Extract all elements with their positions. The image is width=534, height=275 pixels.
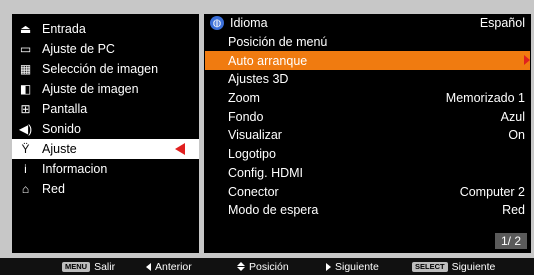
sidebar-item-label: Pantalla xyxy=(42,102,88,116)
sidebar-item-label: Ajuste xyxy=(42,142,77,156)
sidebar-item-entrada[interactable]: ⏏ Entrada xyxy=(12,19,199,39)
main-menu-sidebar: ⏏ Entrada ▭ Ajuste de PC ▦ Selección de … xyxy=(12,14,199,253)
sidebar-item-informacion[interactable]: i Informacion xyxy=(12,159,199,179)
row-value: Red xyxy=(502,203,525,218)
sidebar-item-label: Sonido xyxy=(42,122,81,136)
row-value: Memorizado 1 xyxy=(445,91,525,106)
sidebar-item-seleccion-de-imagen[interactable]: ▦ Selección de imagen xyxy=(12,59,199,79)
row-label: Logotipo xyxy=(228,147,276,162)
menu-row-config-hdmi[interactable]: Config. HDMI xyxy=(204,164,531,183)
menu-row-ajustes-3d[interactable]: Ajustes 3D xyxy=(204,70,531,89)
row-label: Conector xyxy=(228,184,279,199)
info-icon: i xyxy=(24,162,27,176)
input-icon: ⏏ xyxy=(19,22,32,36)
menu-row-auto-arranque[interactable]: Auto arranque xyxy=(205,51,530,71)
sidebar-item-label: Entrada xyxy=(42,22,86,36)
select-key-icon: SELECT xyxy=(412,261,448,272)
globe-icon: ◍ xyxy=(210,16,224,31)
sidebar-item-label: Ajuste de imagen xyxy=(42,82,139,96)
page-indicator: 1/ 2 xyxy=(494,233,527,249)
row-label: Ajustes 3D xyxy=(228,72,289,87)
row-label: Auto arranque xyxy=(228,53,308,68)
footer-salir: MENU Salir xyxy=(62,258,115,275)
row-value: On xyxy=(508,128,525,143)
network-icon: ⌂ xyxy=(21,182,30,196)
footer-select-siguiente: SELECT Siguiente xyxy=(412,258,495,275)
footer-label: Posición xyxy=(249,260,289,273)
row-label: Zoom xyxy=(228,91,260,106)
row-label-wrap: ◍ Idioma xyxy=(210,16,268,31)
row-label: Modo de espera xyxy=(228,203,319,218)
row-label: Idioma xyxy=(230,16,268,31)
footer-label: Siguiente xyxy=(335,260,379,273)
menu-row-fondo[interactable]: Fondo Azul xyxy=(204,107,531,126)
sidebar-item-ajuste[interactable]: Ÿ Ajuste xyxy=(12,139,199,159)
row-value: Computer 2 xyxy=(459,184,525,199)
arrow-right-icon xyxy=(326,262,331,271)
row-label: Visualizar xyxy=(228,128,282,143)
menu-row-zoom[interactable]: Zoom Memorizado 1 xyxy=(204,89,531,108)
setting-icon: Ÿ xyxy=(21,142,30,156)
image-select-icon: ▦ xyxy=(19,62,32,76)
footer-siguiente: Siguiente xyxy=(326,258,379,275)
row-value: Azul xyxy=(500,109,525,124)
sidebar-item-ajuste-de-imagen[interactable]: ◧ Ajuste de imagen xyxy=(12,79,199,99)
settings-panel: ◍ Idioma Español Posición de menú Auto ar… xyxy=(204,14,531,253)
footer-label: Salir xyxy=(94,260,116,273)
screen-icon: ⊞ xyxy=(20,102,31,116)
menu-row-modo-de-espera[interactable]: Modo de espera Red xyxy=(204,201,531,220)
sidebar-item-sonido[interactable]: ◀) Sonido xyxy=(12,119,199,139)
sidebar-item-label: Selección de imagen xyxy=(42,62,159,76)
pc-adjust-icon: ▭ xyxy=(19,42,32,56)
sidebar-item-red[interactable]: ⌂ Red xyxy=(12,179,199,199)
menu-row-conector[interactable]: Conector Computer 2 xyxy=(204,182,531,201)
footer-anterior: Anterior xyxy=(146,258,192,275)
arrow-up-down-icon xyxy=(237,262,245,271)
sidebar-item-label: Ajuste de PC xyxy=(42,42,115,56)
footer-label: Siguiente xyxy=(451,260,496,273)
row-label: Config. HDMI xyxy=(228,165,304,180)
row-label: Posición de menú xyxy=(228,35,328,50)
image-adjust-icon: ◧ xyxy=(19,82,32,96)
footer-posicion: Posición xyxy=(237,258,289,275)
menu-row-posicion-de-menu[interactable]: Posición de menú xyxy=(204,33,531,52)
menu-row-visualizar[interactable]: Visualizar On xyxy=(204,126,531,145)
sidebar-item-ajuste-de-pc[interactable]: ▭ Ajuste de PC xyxy=(12,39,199,59)
sidebar-item-label: Informacion xyxy=(42,162,108,176)
key-guide-bar: MENU Salir Anterior Posición Siguiente S… xyxy=(0,258,534,275)
menu-key-icon: MENU xyxy=(62,261,91,272)
menu-row-logotipo[interactable]: Logotipo xyxy=(204,145,531,164)
sound-icon: ◀) xyxy=(18,122,33,136)
menu-row-idioma[interactable]: ◍ Idioma Español xyxy=(204,14,531,33)
row-label: Fondo xyxy=(228,109,264,124)
submenu-arrow-icon xyxy=(524,55,530,66)
sidebar-item-label: Red xyxy=(42,182,65,196)
selection-arrow-icon xyxy=(175,143,185,155)
row-value: Español xyxy=(479,16,525,31)
footer-label: Anterior xyxy=(155,260,192,273)
arrow-left-icon xyxy=(146,262,151,271)
sidebar-item-pantalla[interactable]: ⊞ Pantalla xyxy=(12,99,199,119)
projector-menu: ⏏ Entrada ▭ Ajuste de PC ▦ Selección de … xyxy=(0,0,534,275)
